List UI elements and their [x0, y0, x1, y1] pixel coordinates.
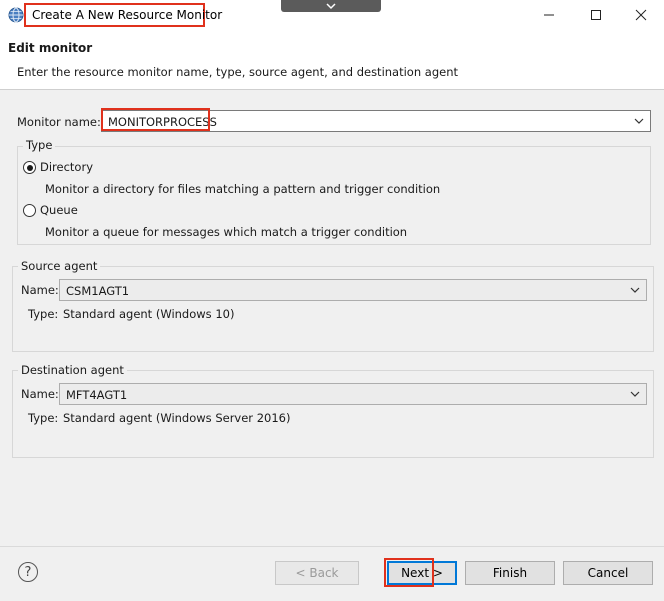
collapse-handle[interactable] [281, 0, 381, 12]
wizard-header [0, 30, 664, 90]
minimize-button[interactable] [526, 0, 572, 30]
destination-agent-combo[interactable]: MFT4AGT1 [59, 383, 647, 405]
window-title: Create A New Resource Monitor [32, 8, 223, 22]
close-button[interactable] [618, 0, 664, 30]
chevron-down-icon [634, 118, 644, 124]
maximize-button[interactable] [573, 0, 619, 30]
finish-button[interactable]: Finish [465, 561, 555, 585]
monitor-name-label: Monitor name: [17, 115, 101, 129]
queue-radio[interactable] [23, 204, 36, 217]
source-agent-title: Source agent [18, 259, 101, 273]
chevron-down-icon [630, 287, 640, 293]
directory-radio[interactable] [23, 161, 36, 174]
destination-agent-name-label: Name: [21, 387, 59, 401]
source-agent-name-label: Name: [21, 283, 59, 297]
source-agent-combo[interactable]: CSM1AGT1 [59, 279, 647, 301]
minimize-icon [544, 14, 554, 16]
footer-separator [0, 546, 664, 547]
directory-description: Monitor a directory for files matching a… [45, 182, 441, 196]
chevron-down-icon [326, 3, 336, 10]
cancel-button[interactable]: Cancel [563, 561, 653, 585]
source-agent-type-label: Type: [28, 307, 59, 321]
destination-agent-title: Destination agent [18, 363, 127, 377]
maximize-icon [591, 10, 601, 20]
monitor-name-highlight [101, 108, 210, 131]
source-agent-name-value: CSM1AGT1 [66, 284, 130, 298]
queue-radio-label[interactable]: Queue [40, 203, 78, 217]
source-agent-type-value: Standard agent (Windows 10) [63, 307, 235, 321]
destination-agent-type-value: Standard agent (Windows Server 2016) [63, 411, 291, 425]
help-icon[interactable]: ? [18, 562, 38, 582]
chevron-down-icon [630, 391, 640, 397]
destination-agent-type-label: Type: [28, 411, 59, 425]
type-group-title: Type [23, 138, 56, 152]
next-button-highlight [384, 558, 434, 587]
close-icon [635, 9, 647, 21]
page-description: Enter the resource monitor name, type, s… [17, 65, 458, 79]
destination-agent-name-value: MFT4AGT1 [66, 388, 128, 402]
page-title: Edit monitor [8, 41, 93, 55]
directory-radio-label[interactable]: Directory [40, 160, 93, 174]
globe-icon [8, 7, 24, 23]
back-button[interactable]: < Back [275, 561, 359, 585]
queue-description: Monitor a queue for messages which match… [45, 225, 408, 239]
